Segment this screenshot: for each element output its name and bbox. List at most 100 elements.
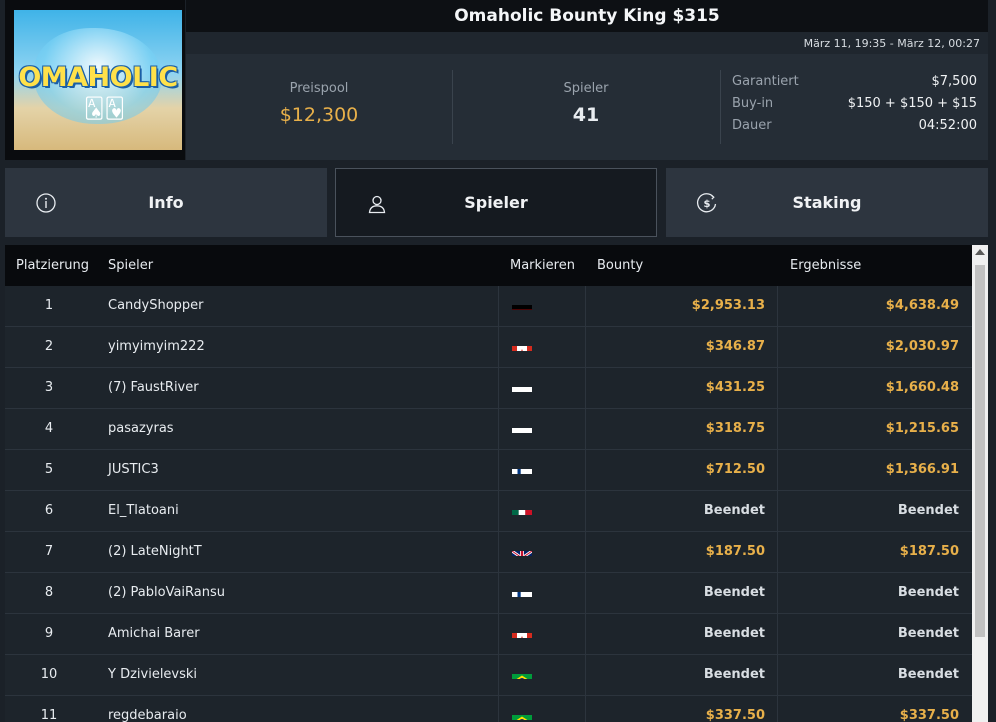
flag-cell <box>498 696 586 722</box>
flag-cell <box>498 450 586 490</box>
result-cell: $2,030.97 <box>777 327 972 367</box>
result-cell: $4,638.49 <box>777 286 972 326</box>
flag-cell <box>498 286 586 326</box>
bounty-cell: $337.50 <box>705 708 765 722</box>
bounty-cell: $2,953.13 <box>691 298 765 313</box>
country-flag-icon <box>512 296 532 310</box>
flag-cell <box>498 368 586 408</box>
place-cell: 11 <box>40 708 58 722</box>
player-name-cell[interactable]: regdebaraio <box>108 696 488 722</box>
detail-row-buyin: Buy-in $150 + $150 + $15 <box>732 96 977 118</box>
logo-text: OMAHOLIC <box>18 62 178 93</box>
flag-cell <box>498 655 586 695</box>
bounty-cell: $431.25 <box>705 380 765 395</box>
country-flag-icon <box>512 378 532 392</box>
player-name-cell[interactable]: Amichai Barer <box>108 614 488 654</box>
column-header-bounty[interactable]: Bounty <box>597 245 643 286</box>
place-cell: 3 <box>44 380 54 395</box>
country-flag-icon <box>512 706 532 720</box>
flag-cell <box>498 409 586 449</box>
detail-key: Dauer <box>732 118 772 133</box>
table-row[interactable]: 10 Y Dzivielevski Beendet Beendet <box>5 655 972 696</box>
player-name-cell[interactable]: pasazyras <box>108 409 488 449</box>
detail-row-guaranteed: Garantiert $7,500 <box>732 74 977 96</box>
table-row[interactable]: 6 El_Tlatoani Beendet Beendet <box>5 491 972 532</box>
country-flag-icon <box>512 665 532 679</box>
player-name-cell[interactable]: yimyimyim222 <box>108 327 488 367</box>
table-row[interactable]: 11 regdebaraio $337.50 $337.50 <box>5 696 972 722</box>
tab-players[interactable]: Spieler <box>335 168 657 237</box>
info-icon <box>36 193 56 213</box>
country-flag-icon <box>512 624 532 638</box>
place-cell: 9 <box>44 626 54 641</box>
table-row[interactable]: 2 yimyimyim222 $346.87 $2,030.97 <box>5 327 972 368</box>
title-bar: Omaholic Bounty King $315 <box>186 0 988 32</box>
dollar-icon: $ <box>696 193 717 213</box>
player-name-cell[interactable]: JUSTIC3 <box>108 450 488 490</box>
detail-row-duration: Dauer 04:52:00 <box>732 118 977 140</box>
result-cell: $1,660.48 <box>777 368 972 408</box>
player-name-cell[interactable]: (2) LateNightT <box>108 532 488 572</box>
result-cell: Beendet <box>777 491 972 531</box>
tab-staking-label: Staking <box>792 193 862 212</box>
table-row[interactable]: 8 (2) PabloVaiRansu Beendet Beendet <box>5 573 972 614</box>
tournament-logo-frame: OMAHOLIC 🂡🂱 <box>5 0 185 160</box>
flag-cell <box>498 491 586 531</box>
country-flag-icon <box>512 460 532 474</box>
tournament-logo: OMAHOLIC 🂡🂱 <box>14 10 182 150</box>
tournament-details: Garantiert $7,500 Buy-in $150 + $150 + $… <box>732 74 977 140</box>
table-scrollbar[interactable] <box>972 245 988 722</box>
player-name-cell[interactable]: CandyShopper <box>108 286 488 326</box>
bounty-cell: $187.50 <box>705 544 765 559</box>
column-header-results[interactable]: Ergebnisse <box>790 245 861 286</box>
result-cell: $187.50 <box>777 532 972 572</box>
scrollbar-thumb[interactable] <box>975 265 985 637</box>
column-header-place[interactable]: Platzierung <box>16 245 89 286</box>
flag-cell <box>498 573 586 613</box>
player-name-cell[interactable]: El_Tlatoani <box>108 491 488 531</box>
prizepool-value: $12,300 <box>279 104 359 126</box>
table-row[interactable]: 1 CandyShopper $2,953.13 $4,638.49 <box>5 286 972 327</box>
table-row[interactable]: 5 JUSTIC3 $712.50 $1,366.91 <box>5 450 972 491</box>
result-cell: Beendet <box>777 614 972 654</box>
detail-value: 04:52:00 <box>918 118 977 133</box>
playing-cards-icon: 🂡🂱 <box>84 96 125 120</box>
table-row[interactable]: 9 Amichai Barer Beendet Beendet <box>5 614 972 655</box>
table-row[interactable]: 7 (2) LateNightT $187.50 $187.50 <box>5 532 972 573</box>
players-label: Spieler <box>563 81 609 96</box>
result-cell: $1,366.91 <box>777 450 972 490</box>
player-name-cell[interactable]: (7) FaustRiver <box>108 368 488 408</box>
table-header: Platzierung Spieler Markieren Bounty Erg… <box>5 245 972 286</box>
players-value: 41 <box>572 104 600 126</box>
svg-text:$: $ <box>704 199 711 210</box>
table-body: 1 CandyShopper $2,953.13 $4,638.49 2 yimyimyi… <box>5 286 972 722</box>
bounty-cell: Beendet <box>703 626 765 641</box>
player-name-cell[interactable]: (2) PabloVaiRansu <box>108 573 488 613</box>
bounty-cell: Beendet <box>703 585 765 600</box>
result-cell: Beendet <box>777 655 972 695</box>
player-name-cell[interactable]: Y Dzivielevski <box>108 655 488 695</box>
tab-staking[interactable]: $ Staking <box>666 168 988 237</box>
column-header-flag[interactable]: Markieren <box>510 245 575 286</box>
place-cell: 1 <box>44 298 54 313</box>
table-row[interactable]: 3 (7) FaustRiver $431.25 $1,660.48 <box>5 368 972 409</box>
scroll-up-arrow-icon[interactable] <box>975 249 985 255</box>
date-bar: März 11, 19:35 - März 12, 00:27 <box>186 32 988 54</box>
tab-info[interactable]: Info <box>5 168 327 237</box>
user-icon <box>368 195 386 214</box>
bounty-cell: $346.87 <box>705 339 765 354</box>
place-cell: 2 <box>44 339 54 354</box>
prizepool-label: Preispool <box>289 81 349 96</box>
detail-key: Buy-in <box>732 96 774 111</box>
place-cell: 10 <box>40 667 58 682</box>
bounty-cell: $712.50 <box>705 462 765 477</box>
place-cell: 8 <box>44 585 54 600</box>
flag-cell <box>498 614 586 654</box>
detail-value: $150 + $150 + $15 <box>847 96 977 111</box>
table-row[interactable]: 4 pasazyras $318.75 $1,215.65 <box>5 409 972 450</box>
flag-cell <box>498 532 586 572</box>
bounty-cell: Beendet <box>703 503 765 518</box>
country-flag-icon <box>512 542 532 556</box>
column-header-player[interactable]: Spieler <box>108 245 153 286</box>
tournament-date-range: März 11, 19:35 - März 12, 00:27 <box>803 37 980 50</box>
